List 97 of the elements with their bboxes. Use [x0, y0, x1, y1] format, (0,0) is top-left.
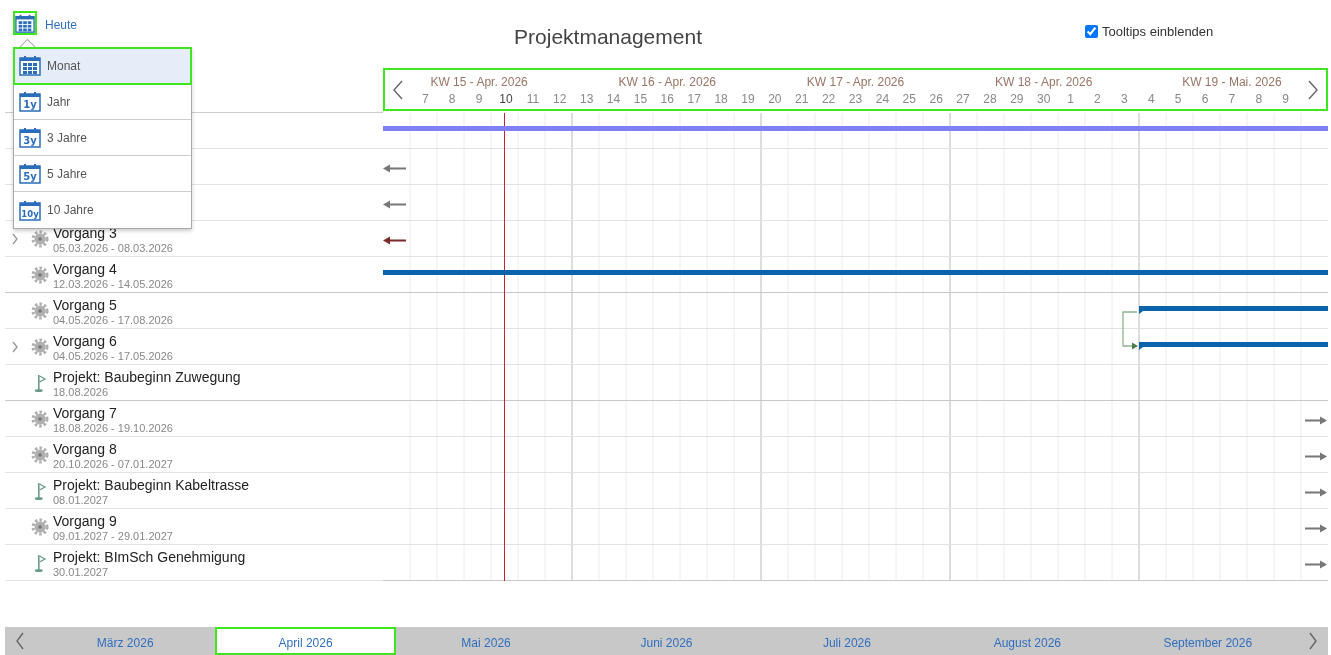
day-label: 27: [955, 92, 971, 106]
flag-icon: [33, 481, 47, 501]
day-label: 6: [1200, 92, 1210, 106]
month-tab[interactable]: Mai 2026: [395, 627, 577, 655]
flag-icon: [33, 373, 47, 393]
task-dates: 18.08.2026: [53, 386, 110, 399]
previous-icon[interactable]: [392, 79, 405, 100]
tooltips-checkbox[interactable]: [1085, 25, 1098, 38]
menu-item[interactable]: Monat: [14, 48, 191, 84]
next-icon: [1307, 632, 1318, 650]
menu-item[interactable]: 3y 3 Jahre: [14, 120, 191, 156]
task-dates: 20.10.2026 - 07.01.2027: [53, 458, 173, 471]
day-label: 30: [1036, 92, 1052, 106]
day-label: 16: [659, 92, 675, 106]
gear-icon: [31, 338, 49, 356]
week-label: KW 16 - Apr. 2026: [617, 75, 717, 89]
task-dates: 04.05.2026 - 17.08.2026: [53, 314, 173, 327]
task-dates: 18.08.2026 - 19.10.2026: [53, 422, 173, 435]
day-label: 25: [901, 92, 917, 106]
day-label: 8: [1254, 92, 1264, 106]
day-label: 7: [420, 92, 430, 106]
month-tab[interactable]: August 2026: [937, 627, 1118, 655]
day-label: 15: [632, 92, 649, 106]
day-label: 10: [498, 92, 514, 106]
task-name: Vorgang 6: [53, 333, 118, 350]
day-label: 17: [686, 92, 702, 106]
gear-icon: [31, 302, 49, 320]
day-label: 3: [1120, 92, 1129, 106]
month-tab[interactable]: Juni 2026: [576, 627, 757, 655]
day-label: 20: [767, 92, 783, 106]
day-label: 28: [982, 92, 998, 106]
calendar-icon: [15, 12, 35, 34]
calendar-icon: 3y: [19, 127, 41, 148]
gear-icon: [31, 230, 49, 248]
calendar-icon: [19, 55, 41, 76]
task-name: Vorgang 8: [53, 441, 118, 458]
task-dates: 09.01.2027 - 29.01.2027: [53, 530, 173, 543]
day-label: 18: [713, 92, 729, 106]
week-label: KW 18 - Apr. 2026: [994, 75, 1094, 89]
day-label: 4: [1146, 92, 1156, 106]
gear-icon: [31, 266, 49, 284]
week-label: KW 19 - Mai. 2026: [1181, 75, 1283, 89]
menu-item[interactable]: 5y 5 Jahre: [14, 156, 191, 192]
expand-icon[interactable]: [11, 233, 19, 245]
dependency-arrow: [1122, 311, 1138, 350]
menu-item[interactable]: 10y 10 Jahre: [14, 192, 191, 228]
task-dates: 05.03.2026 - 08.03.2026: [53, 242, 173, 255]
task-name: Projekt: BImSch Genehmigung: [53, 549, 246, 566]
checkbox-label: Tooltips einblenden: [1102, 24, 1214, 39]
task-name: Projekt: Baubeginn Zuwegung: [53, 369, 241, 386]
task-dates: 12.03.2026 - 14.05.2026: [53, 278, 173, 291]
calendar-icon: 1y: [19, 91, 41, 112]
task-name: Vorgang 9: [53, 513, 118, 530]
calendar-icon: 10y: [19, 199, 41, 221]
day-label: 21: [794, 92, 810, 106]
day-label: 24: [874, 92, 891, 106]
task-name: Vorgang 4: [53, 261, 118, 278]
day-label: 9: [1281, 92, 1290, 106]
next-icon[interactable]: [1306, 79, 1319, 100]
day-label: 13: [578, 92, 595, 106]
expand-icon[interactable]: [11, 341, 19, 353]
calendar-icon: 5y: [19, 163, 41, 184]
month-tab[interactable]: September 2026: [1117, 627, 1298, 655]
month-tab[interactable]: April 2026: [215, 627, 396, 655]
menu-item[interactable]: 1y Jahr: [14, 84, 191, 120]
task-dates: 08.01.2027: [53, 494, 110, 507]
day-label: 26: [928, 92, 944, 106]
day-label: 5: [1173, 92, 1183, 106]
day-label: 14: [605, 92, 622, 106]
day-label: 29: [1009, 92, 1025, 106]
month-tab[interactable]: Juli 2026: [756, 627, 938, 655]
task-name: Vorgang 5: [53, 297, 118, 314]
day-label: 1: [1066, 92, 1075, 106]
flag-icon: [33, 553, 47, 573]
today-link[interactable]: Heute: [45, 18, 78, 32]
day-label: 23: [847, 92, 864, 106]
previous-icon: [15, 632, 25, 650]
gear-icon: [31, 518, 49, 536]
day-label: 2: [1093, 92, 1102, 106]
task-name: Projekt: Baubeginn Kabeltrasse: [53, 477, 250, 494]
task-dates: 04.05.2026 - 17.05.2026: [53, 350, 173, 363]
day-label: 8: [447, 92, 457, 106]
gear-icon: [31, 446, 49, 464]
task-name: Vorgang 7: [53, 405, 118, 422]
task-dates: 30.01.2027: [53, 566, 110, 579]
day-label: 19: [740, 92, 756, 106]
day-label: 12: [552, 92, 568, 106]
day-label: 11: [525, 92, 541, 106]
page-title: Projektmanagement: [513, 24, 703, 50]
week-label: KW 17 - Apr. 2026: [805, 75, 906, 89]
month-tab[interactable]: März 2026: [35, 627, 216, 655]
calendar-button[interactable]: [13, 11, 37, 35]
day-label: 9: [474, 92, 484, 106]
week-label: KW 15 - Apr. 2026: [429, 75, 529, 89]
day-label: 22: [820, 92, 837, 106]
gear-icon: [31, 410, 49, 428]
day-label: 7: [1227, 92, 1237, 106]
